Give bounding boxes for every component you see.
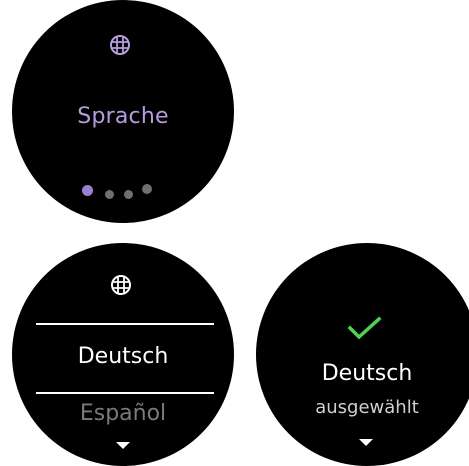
caret-down-icon[interactable] (116, 442, 130, 449)
page-dot (124, 190, 133, 199)
page-dot-active (82, 185, 93, 196)
page-dot (105, 190, 114, 199)
confirmation-status: ausgewählt (315, 397, 419, 418)
checkmark-icon (347, 316, 382, 340)
confirmed-language: Deutsch (321, 361, 413, 386)
globe-icon (111, 275, 131, 295)
selection-divider-top (36, 323, 214, 325)
caret-down-icon[interactable] (359, 439, 373, 446)
language-intro-screen[interactable]: Sprache (12, 0, 234, 223)
language-option-next[interactable]: Español (12, 401, 234, 426)
screen-title: Sprache (77, 104, 169, 129)
page-indicator (82, 182, 172, 199)
page-dot (142, 184, 152, 194)
language-confirmation-screen[interactable]: Deutsch ausgewählt (256, 243, 469, 466)
globe-icon (110, 35, 130, 55)
selection-divider-bottom (36, 392, 214, 394)
language-picker-screen[interactable]: Deutsch Español (12, 243, 234, 466)
language-option-selected[interactable]: Deutsch (12, 344, 234, 369)
